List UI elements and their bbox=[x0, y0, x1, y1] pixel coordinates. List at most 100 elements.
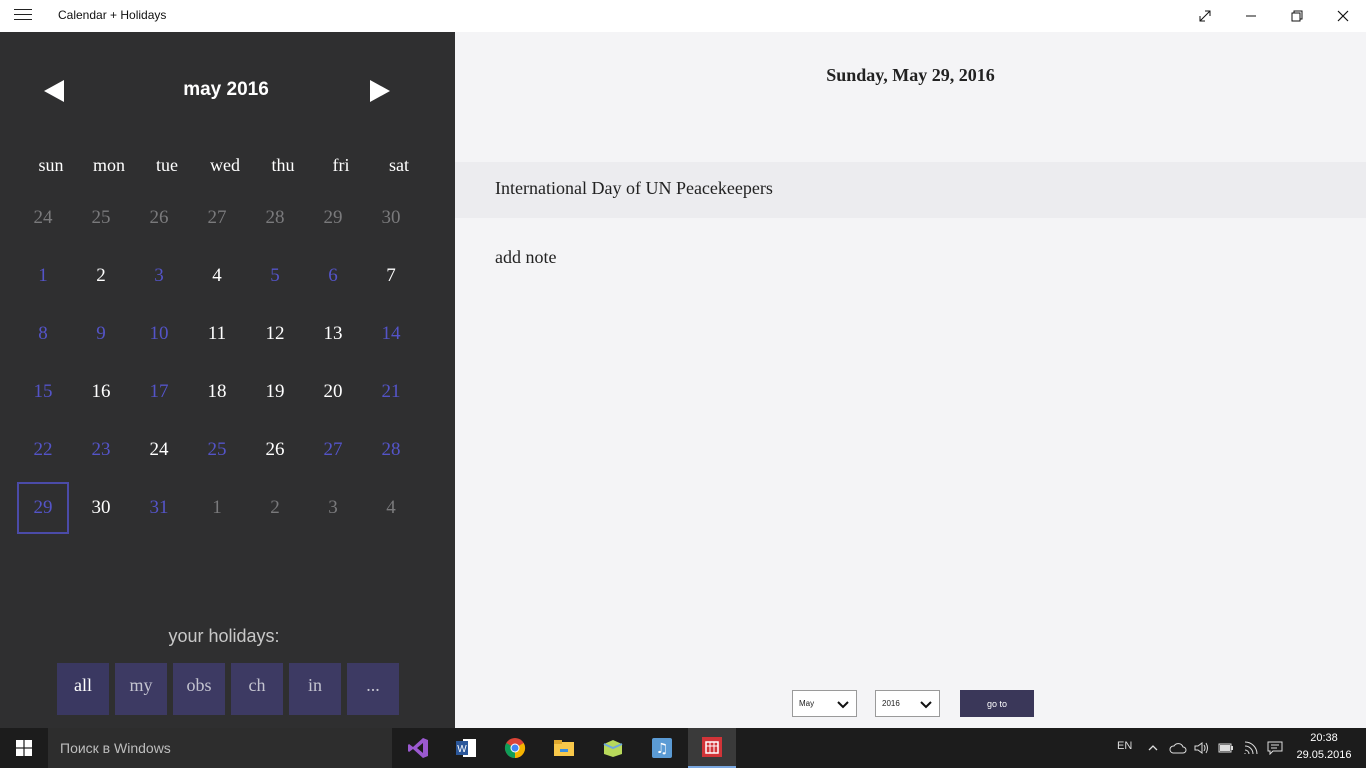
month-select-value: May bbox=[799, 699, 815, 708]
calendar-day[interactable]: 20 bbox=[307, 366, 359, 418]
fullscreen-icon bbox=[1199, 10, 1211, 22]
calendar-day[interactable]: 24 bbox=[133, 424, 185, 476]
visual-studio-icon bbox=[408, 738, 428, 758]
taskbar-search-input[interactable]: Поиск в Windows bbox=[48, 728, 392, 768]
taskbar-app-chrome[interactable] bbox=[491, 728, 539, 768]
holiday-filter-button[interactable]: obs bbox=[173, 663, 225, 715]
calendar-day[interactable]: 15 bbox=[17, 366, 69, 418]
calendar-day[interactable]: 18 bbox=[191, 366, 243, 418]
title-bar: Calendar + Holidays bbox=[0, 0, 1366, 32]
close-button[interactable] bbox=[1320, 0, 1366, 32]
calendar-day[interactable]: 27 bbox=[307, 424, 359, 476]
volume-icon[interactable] bbox=[1192, 738, 1210, 758]
year-select-value: 2016 bbox=[882, 699, 900, 708]
calendar-day[interactable]: 28 bbox=[249, 192, 301, 244]
calendar-day[interactable]: 31 bbox=[133, 482, 185, 534]
svg-text:W: W bbox=[457, 744, 467, 755]
calendar-day[interactable]: 30 bbox=[365, 192, 417, 244]
calendar-day[interactable]: 8 bbox=[17, 308, 69, 360]
clock-date[interactable]: 29.05.2016 bbox=[1292, 749, 1356, 761]
holiday-filter-button[interactable]: all bbox=[57, 663, 109, 715]
taskbar-app-calendar-holidays[interactable] bbox=[688, 728, 736, 768]
add-note-link[interactable]: add note bbox=[495, 247, 556, 268]
clock-time[interactable]: 20:38 bbox=[1296, 732, 1352, 744]
onedrive-sync-icon[interactable] bbox=[1169, 738, 1187, 758]
selected-date-heading: Sunday, May 29, 2016 bbox=[826, 65, 995, 85]
calendar-day[interactable]: 23 bbox=[75, 424, 127, 476]
calendar-day[interactable]: 22 bbox=[17, 424, 69, 476]
taskbar: Поиск в Windows W ♫ EN 20:38 29.05.2016 bbox=[0, 728, 1366, 768]
weekday-label: wed bbox=[210, 155, 240, 175]
calendar-day[interactable]: 29 bbox=[307, 192, 359, 244]
calendar-day[interactable]: 4 bbox=[365, 482, 417, 534]
calendar-day[interactable]: 27 bbox=[191, 192, 243, 244]
calendar-day[interactable]: 13 bbox=[307, 308, 359, 360]
triangle-right-icon bbox=[370, 80, 390, 102]
restore-button[interactable] bbox=[1274, 0, 1320, 32]
holiday-filter-button[interactable]: my bbox=[115, 663, 167, 715]
chevron-down-icon bbox=[920, 701, 932, 709]
music-app-icon: ♫ bbox=[652, 738, 672, 758]
restore-icon bbox=[1291, 10, 1303, 22]
calendar-day[interactable]: 2 bbox=[75, 250, 127, 302]
taskbar-app-folder[interactable] bbox=[589, 728, 637, 768]
language-indicator[interactable]: EN bbox=[1117, 740, 1132, 752]
weekday-label: fri bbox=[332, 155, 350, 175]
calendar-day[interactable]: 7 bbox=[365, 250, 417, 302]
previous-month-button[interactable] bbox=[42, 78, 66, 104]
calendar-day[interactable]: 14 bbox=[365, 308, 417, 360]
start-button[interactable] bbox=[0, 728, 48, 768]
calendar-day[interactable]: 3 bbox=[133, 250, 185, 302]
calendar-day[interactable]: 19 bbox=[249, 366, 301, 418]
minimize-button[interactable] bbox=[1228, 0, 1274, 32]
hamburger-menu-icon[interactable] bbox=[14, 9, 32, 23]
wifi-icon[interactable] bbox=[1242, 738, 1260, 758]
holiday-item[interactable]: International Day of UN Peacekeepers bbox=[455, 162, 1366, 218]
next-month-button[interactable] bbox=[368, 78, 392, 104]
holiday-filter-button[interactable]: ... bbox=[347, 663, 399, 715]
calendar-day-selected[interactable]: 29 bbox=[17, 482, 69, 534]
calendar-day[interactable]: 10 bbox=[133, 308, 185, 360]
action-center-icon[interactable] bbox=[1266, 738, 1284, 758]
go-to-button[interactable]: go to bbox=[960, 690, 1034, 717]
calendar-day[interactable]: 24 bbox=[17, 192, 69, 244]
calendar-day[interactable]: 4 bbox=[191, 250, 243, 302]
calendar-day[interactable]: 28 bbox=[365, 424, 417, 476]
calendar-day[interactable]: 26 bbox=[249, 424, 301, 476]
taskbar-app-file-explorer[interactable] bbox=[540, 728, 588, 768]
chevron-down-icon bbox=[837, 701, 849, 709]
calendar-day[interactable]: 2 bbox=[249, 482, 301, 534]
year-select[interactable]: 2016 bbox=[875, 690, 940, 717]
taskbar-app-visual-studio[interactable] bbox=[394, 728, 442, 768]
day-detail-panel: Sunday, May 29, 2016 International Day o… bbox=[455, 32, 1366, 728]
fullscreen-button[interactable] bbox=[1182, 0, 1228, 32]
weekday-label: sat bbox=[389, 155, 409, 175]
calendar-day[interactable]: 5 bbox=[249, 250, 301, 302]
tray-overflow-chevron-up-icon[interactable] bbox=[1144, 738, 1162, 758]
triangle-left-icon bbox=[44, 80, 64, 102]
holiday-filter-button[interactable]: in bbox=[289, 663, 341, 715]
calendar-day[interactable]: 1 bbox=[17, 250, 69, 302]
calendar-day[interactable]: 26 bbox=[133, 192, 185, 244]
calendar-day[interactable]: 1 bbox=[191, 482, 243, 534]
close-icon bbox=[1337, 10, 1349, 22]
chrome-icon bbox=[504, 738, 526, 759]
calendar-day[interactable]: 25 bbox=[191, 424, 243, 476]
month-select[interactable]: May bbox=[792, 690, 857, 717]
app-title: Calendar + Holidays bbox=[58, 8, 167, 22]
calendar-day[interactable]: 9 bbox=[75, 308, 127, 360]
calendar-day[interactable]: 11 bbox=[191, 308, 243, 360]
calendar-day[interactable]: 6 bbox=[307, 250, 359, 302]
taskbar-app-music[interactable]: ♫ bbox=[638, 728, 686, 768]
calendar-day[interactable]: 12 bbox=[249, 308, 301, 360]
calendar-day[interactable]: 21 bbox=[365, 366, 417, 418]
calendar-day[interactable]: 25 bbox=[75, 192, 127, 244]
taskbar-app-word[interactable]: W bbox=[442, 728, 490, 768]
battery-icon[interactable] bbox=[1217, 738, 1235, 758]
holiday-filter-button[interactable]: ch bbox=[231, 663, 283, 715]
calendar-day[interactable]: 30 bbox=[75, 482, 127, 534]
file-explorer-icon bbox=[554, 740, 574, 756]
calendar-day[interactable]: 17 bbox=[133, 366, 185, 418]
calendar-day[interactable]: 16 bbox=[75, 366, 127, 418]
calendar-day[interactable]: 3 bbox=[307, 482, 359, 534]
